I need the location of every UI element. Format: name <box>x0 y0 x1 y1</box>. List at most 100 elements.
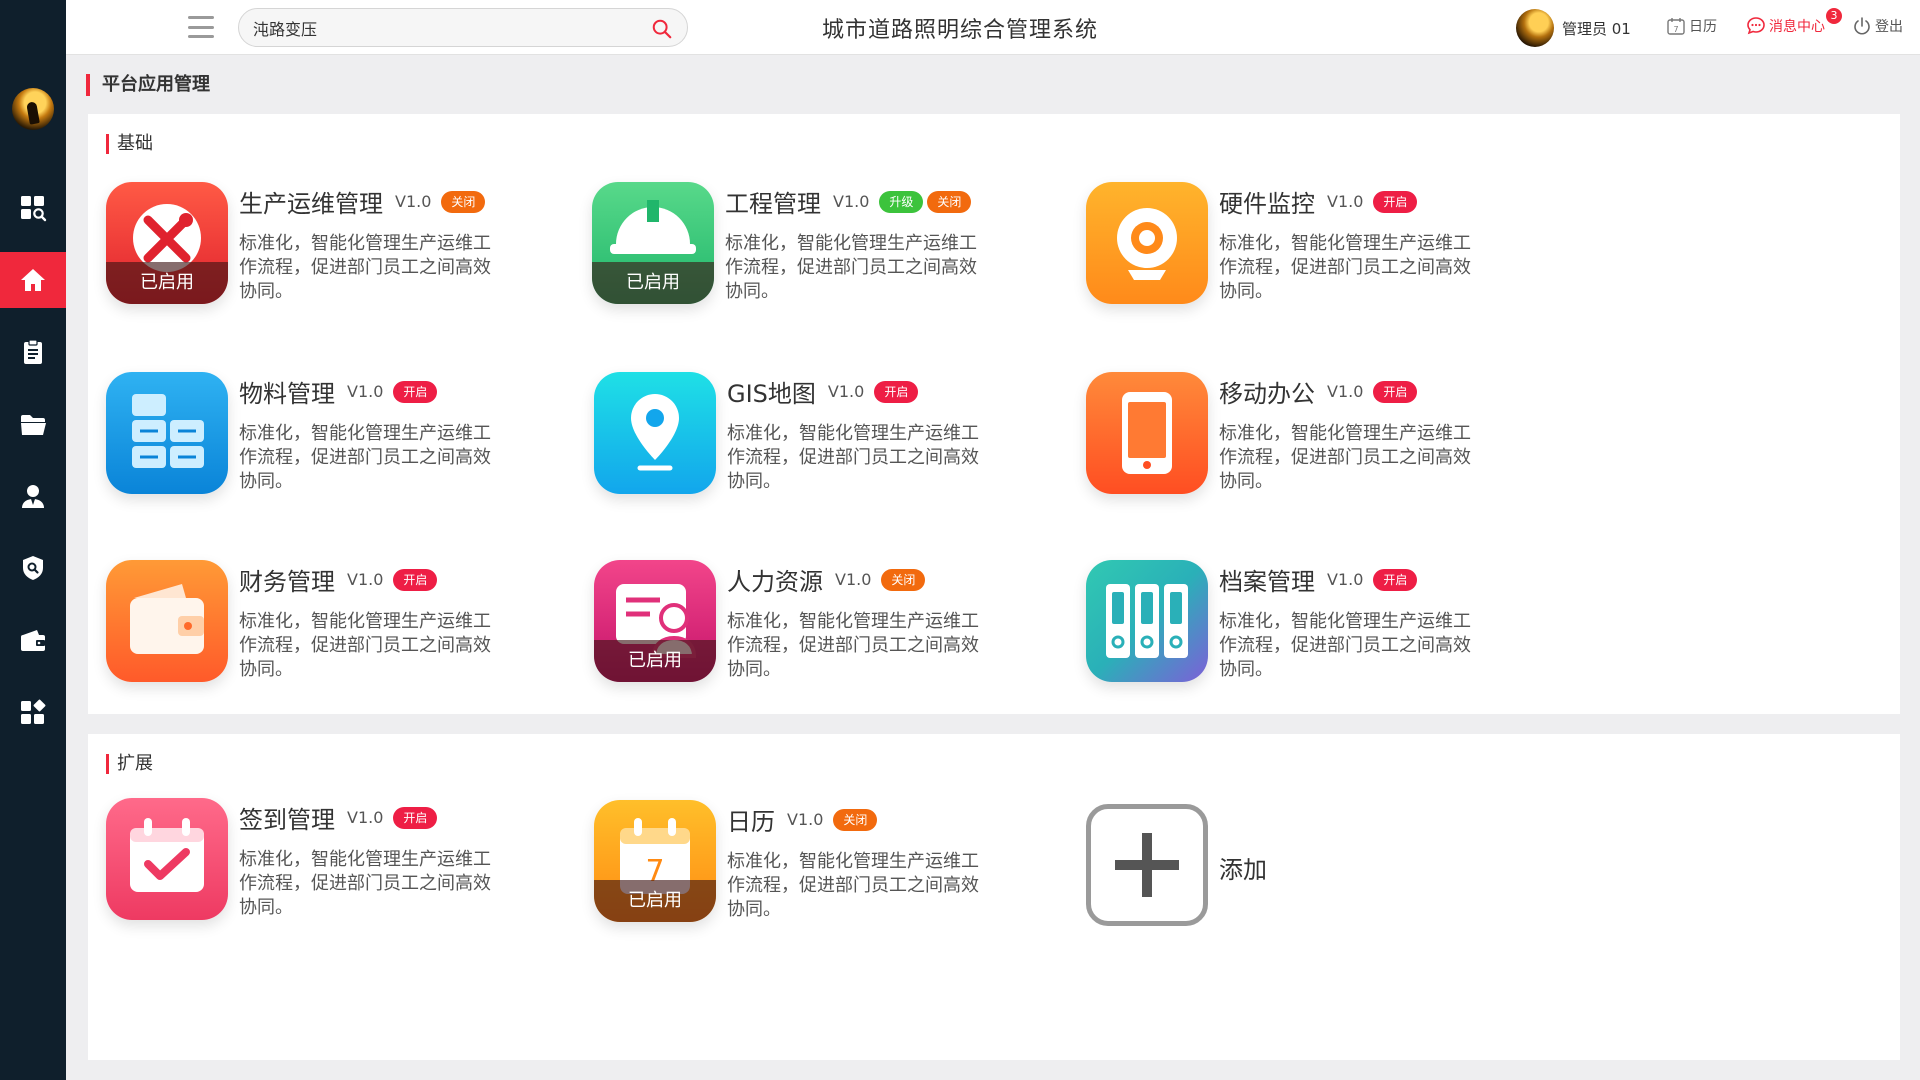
app-title: 生产运维管理 V1.0 关闭 <box>239 184 486 219</box>
app-name: 物料管理 <box>239 380 335 408</box>
toggle-on-button[interactable]: 开启 <box>393 380 438 403</box>
user-menu[interactable]: 管理员 01 <box>1516 9 1631 47</box>
app-human-resources[interactable]: 已启用 人力资源 V1.0 关闭 标准化，智能化管理生产运维工作流程，促进部门员工之… <box>594 560 1054 690</box>
toggle-on-button[interactable]: 开启 <box>1373 380 1418 403</box>
sidebar-item-apps[interactable] <box>0 684 66 740</box>
app-version: V1.0 <box>835 570 872 589</box>
logo <box>12 88 54 130</box>
app-icon-calendar[interactable]: 7 已启用 <box>594 800 716 922</box>
toggle-on-button[interactable]: 开启 <box>1373 568 1418 591</box>
app-mobile-office[interactable]: 移动办公 V1.0 开启 标准化，智能化管理生产运维工作流程，促进部门员工之间高效协… <box>1086 372 1546 502</box>
sidebar-item-home[interactable] <box>0 252 66 308</box>
app-icon-production-ops[interactable]: 已启用 <box>106 182 228 304</box>
app-title: 财务管理 V1.0 开启 <box>239 562 438 597</box>
toggle-off-button[interactable]: 关闭 <box>833 808 878 831</box>
app-title: 日历 V1.0 关闭 <box>727 802 878 837</box>
app-finance[interactable]: 财务管理 V1.0 开启 标准化，智能化管理生产运维工作流程，促进部门员工之间高效协… <box>106 560 566 690</box>
app-check-in[interactable]: 签到管理 V1.0 开启 标准化，智能化管理生产运维工作流程，促进部门员工之间高效协… <box>106 798 566 928</box>
app-name: GIS地图 <box>727 380 816 408</box>
app-icon-human-resources[interactable]: 已启用 <box>594 560 716 682</box>
app-hardware-monitor[interactable]: 硬件监控 V1.0 开启 标准化，智能化管理生产运维工作流程，促进部门员工之间高效协… <box>1086 182 1546 312</box>
app-description: 标准化，智能化管理生产运维工作流程，促进部门员工之间高效协同。 <box>727 611 979 680</box>
sidebar-item-tasks[interactable] <box>0 324 66 380</box>
enabled-badge: 已启用 <box>594 880 716 922</box>
enabled-badge: 已启用 <box>592 262 714 304</box>
logout-label: 登出 <box>1875 19 1903 35</box>
app-materials[interactable]: 物料管理 V1.0 开启 标准化，智能化管理生产运维工作流程，促进部门员工之间高效协… <box>106 372 566 502</box>
app-title: 物料管理 V1.0 开启 <box>239 374 438 409</box>
app-description: 标准化，智能化管理生产运维工作流程，促进部门员工之间高效协同。 <box>727 851 979 920</box>
app-name: 工程管理 <box>725 190 821 218</box>
search-icon[interactable] <box>651 18 673 40</box>
apps-icon <box>21 699 46 724</box>
clipboard-icon <box>24 339 42 364</box>
app-gis-map[interactable]: GIS地图 V1.0 开启 标准化，智能化管理生产运维工作流程，促进部门员工之间高效… <box>594 372 1054 502</box>
app-title: 工程管理 V1.0 升级 关闭 <box>725 184 972 219</box>
upgrade-button[interactable]: 升级 <box>879 190 924 213</box>
app-archives[interactable]: 档案管理 V1.0 开启 标准化，智能化管理生产运维工作流程，促进部门员工之间高效协… <box>1086 560 1546 690</box>
app-icon-finance[interactable] <box>106 560 228 682</box>
toggle-on-button[interactable]: 开启 <box>874 380 919 403</box>
app-production-ops[interactable]: 已启用 生产运维管理 V1.0 关闭 标准化，智能化管理生产运维工作流程，促进部门员… <box>106 182 566 312</box>
plus-icon[interactable] <box>1086 804 1208 926</box>
app-description: 标准化，智能化管理生产运维工作流程，促进部门员工之间高效协同。 <box>725 233 977 302</box>
webcam-icon <box>1086 182 1208 304</box>
boxes-icon <box>106 372 228 494</box>
enabled-badge: 已启用 <box>594 640 716 682</box>
app-title: 硬件监控 V1.0 开启 <box>1219 184 1418 219</box>
sidebar-item-security[interactable] <box>0 540 66 596</box>
app-name: 签到管理 <box>239 806 335 834</box>
app-icon-engineering[interactable]: 已启用 <box>592 182 714 304</box>
message-icon <box>1747 17 1765 35</box>
sidebar-item-users[interactable] <box>0 468 66 524</box>
app-version: V1.0 <box>1327 192 1364 211</box>
search-box[interactable] <box>238 8 688 47</box>
calendar-label: 日历 <box>1689 19 1717 35</box>
app-version: V1.0 <box>1327 570 1364 589</box>
app-title: 签到管理 V1.0 开启 <box>239 800 438 835</box>
messages-label: 消息中心 <box>1769 19 1825 35</box>
section-label-basic: 基础 <box>106 134 153 154</box>
calendar-link[interactable]: 7 日历 <box>1666 16 1717 36</box>
app-name: 移动办公 <box>1219 380 1315 408</box>
section-label-extension: 扩展 <box>106 754 153 774</box>
toggle-off-button[interactable]: 关闭 <box>441 190 486 213</box>
app-version: V1.0 <box>347 808 384 827</box>
search-input[interactable] <box>253 9 633 46</box>
sidebar <box>0 0 66 1080</box>
app-name: 人力资源 <box>727 568 823 596</box>
app-calendar[interactable]: 7 已启用 日历 V1.0 关闭 标准化，智能化管理生产运维工作流程，促进部门员工之… <box>594 800 1054 930</box>
app-version: V1.0 <box>787 810 824 829</box>
toggle-on-button[interactable]: 开启 <box>393 568 438 591</box>
app-version: V1.0 <box>395 192 432 211</box>
app-description: 标准化，智能化管理生产运维工作流程，促进部门员工之间高效协同。 <box>239 611 491 680</box>
messages-link[interactable]: 消息中心 3 <box>1746 8 1842 36</box>
home-icon <box>21 269 45 291</box>
app-description: 标准化，智能化管理生产运维工作流程，促进部门员工之间高效协同。 <box>1219 611 1471 680</box>
toggle-on-button[interactable]: 开启 <box>1373 190 1418 213</box>
app-icon-archives[interactable] <box>1086 560 1208 682</box>
app-name: 日历 <box>727 808 775 836</box>
logout-link[interactable]: 登出 <box>1852 16 1903 36</box>
sidebar-item-dashboard[interactable] <box>0 180 66 236</box>
app-description: 标准化，智能化管理生产运维工作流程，促进部门员工之间高效协同。 <box>239 423 491 492</box>
app-engineering[interactable]: 已启用 工程管理 V1.0 升级 关闭 标准化，智能化管理生产运维工作流程，促进部门员… <box>592 182 1052 312</box>
toggle-off-button[interactable]: 关闭 <box>881 568 926 591</box>
toggle-on-button[interactable]: 开启 <box>393 806 438 829</box>
menu-toggle-icon[interactable] <box>186 14 216 40</box>
app-name: 生产运维管理 <box>239 190 383 218</box>
app-icon-hardware-monitor[interactable] <box>1086 182 1208 304</box>
calendar-check-icon <box>106 798 228 920</box>
app-icon-check-in[interactable] <box>106 798 228 920</box>
wallet-icon <box>21 630 45 651</box>
map-pin-icon <box>594 372 716 494</box>
toggle-off-button[interactable]: 关闭 <box>927 190 972 213</box>
sidebar-item-files[interactable] <box>0 396 66 452</box>
app-icon-mobile-office[interactable] <box>1086 372 1208 494</box>
app-icon-materials[interactable] <box>106 372 228 494</box>
add-app-button[interactable]: 添加 <box>1086 804 1386 934</box>
sidebar-item-wallet[interactable] <box>0 612 66 668</box>
app-icon-gis-map[interactable] <box>594 372 716 494</box>
binders-icon <box>1086 560 1208 682</box>
app-name: 硬件监控 <box>1219 190 1315 218</box>
